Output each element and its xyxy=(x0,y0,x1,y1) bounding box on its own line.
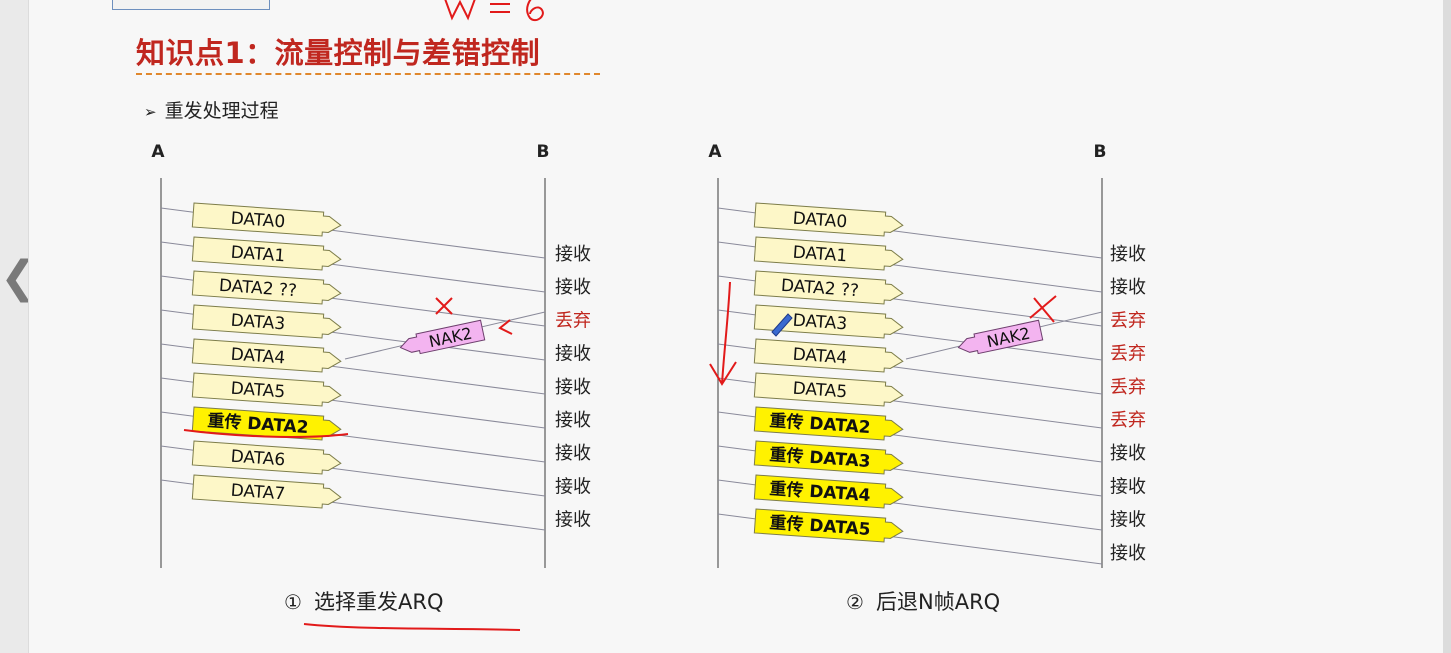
nak-frame: NAK2 xyxy=(957,319,1044,355)
frame-label: DATA5 xyxy=(792,379,848,403)
caption-text: 后退N帧ARQ xyxy=(876,590,1000,614)
frame-4: DATA4 xyxy=(753,338,904,373)
handwritten-x-mark xyxy=(435,297,453,315)
frame-0: DATA0 xyxy=(191,202,342,237)
frame-4: DATA4 xyxy=(191,338,342,373)
nak-frame: NAK2 xyxy=(399,319,486,355)
frame-label: DATA3 xyxy=(230,311,286,335)
frame-label: DATA6 xyxy=(230,447,286,471)
caption-text: 选择重发ARQ xyxy=(314,590,444,614)
frame-1: DATA1 xyxy=(191,236,342,271)
receiver-action-accept: 接收 xyxy=(555,510,591,531)
sender-label: A xyxy=(708,142,722,162)
receiver-action-accept: 接收 xyxy=(1110,277,1146,298)
receiver-action-accept: 接收 xyxy=(555,277,591,298)
receiver-action-accept: 接收 xyxy=(1110,476,1146,497)
receiver-action-discard: 丢弃 xyxy=(1110,344,1146,365)
frame-7: 重传 DATA3 xyxy=(753,440,904,475)
arq-diagrams: A B DATA0 DATA1 DATA2 ?? DATA3 DATA4 DATA5 重传 DA… xyxy=(151,142,1146,631)
caption-number: ① xyxy=(284,590,302,614)
frame-5: DATA5 xyxy=(753,372,904,407)
receiver-action-discard: 丢弃 xyxy=(1110,410,1146,431)
nak-label: NAK2 xyxy=(427,324,474,352)
handwritten-caption-underline xyxy=(303,623,521,631)
receiver-action-accept: 接收 xyxy=(555,410,591,431)
frame-label: DATA4 xyxy=(792,345,848,369)
frame-label: DATA5 xyxy=(230,379,286,403)
receiver-action-accept: 接收 xyxy=(555,443,591,464)
frame-label: DATA0 xyxy=(792,209,848,233)
receiver-label: B xyxy=(1094,142,1107,162)
receiver-action-discard: 丢弃 xyxy=(1110,377,1146,398)
receiver-label: B xyxy=(537,142,550,162)
frame-label: DATA0 xyxy=(230,209,286,233)
frame-6: 重传 DATA2 xyxy=(753,406,904,441)
receiver-action-discard: 丢弃 xyxy=(1110,310,1146,331)
frame-label: DATA1 xyxy=(792,243,848,267)
frame-label: DATA1 xyxy=(230,243,286,267)
frame-8: 重传 DATA4 xyxy=(753,474,904,509)
frame-8: DATA7 xyxy=(191,474,342,509)
receiver-action-accept: 接收 xyxy=(1110,543,1146,564)
handwritten-down-arrow xyxy=(709,281,737,386)
receiver-action-accept: 接收 xyxy=(1110,443,1146,464)
diagram-go-back-n: A B DATA0 DATA1 DATA2 ?? DATA3 DATA4 DATA5 重传 DA… xyxy=(708,142,1146,614)
frame-0: DATA0 xyxy=(753,202,904,237)
frame-label: DATA3 xyxy=(792,311,848,335)
frame-2: DATA2 ?? xyxy=(753,270,904,305)
frame-label: DATA4 xyxy=(230,345,286,369)
diagram-selective-repeat: A BDATA0DATA1DATA2 ??DATA3DATA4DATA5重传 DA… xyxy=(151,142,591,631)
frame-1: DATA1 xyxy=(753,236,904,271)
frame-label: DATA7 xyxy=(230,481,286,505)
frame-7: DATA6 xyxy=(191,440,342,475)
frame-5: DATA5 xyxy=(191,372,342,407)
receiver-action-accept: 接收 xyxy=(1110,244,1146,265)
frame-2: DATA2 ?? xyxy=(191,270,342,305)
sender-label: A xyxy=(151,142,165,162)
caption-number: ② xyxy=(846,590,864,614)
receiver-action-accept: 接收 xyxy=(1110,510,1146,531)
receiver-action-discard: 丢弃 xyxy=(555,310,591,331)
receiver-action-accept: 接收 xyxy=(555,476,591,497)
receiver-action-accept: 接收 xyxy=(555,377,591,398)
frame-9: 重传 DATA5 xyxy=(753,508,904,543)
nak-label: NAK2 xyxy=(985,324,1032,352)
receiver-action-accept: 接收 xyxy=(555,244,591,265)
frame-3: DATA3 xyxy=(191,304,342,339)
receiver-action-accept: 接收 xyxy=(555,344,591,365)
